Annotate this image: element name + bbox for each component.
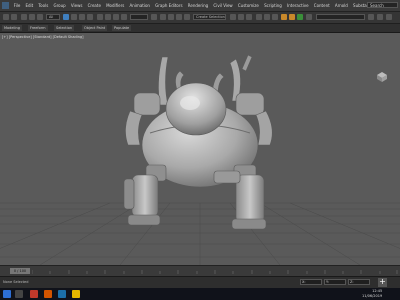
spinner-snap-icon[interactable] xyxy=(184,14,190,20)
help-icon[interactable] xyxy=(377,14,383,20)
rectangular-selection-icon[interactable] xyxy=(79,14,85,20)
link-icon[interactable] xyxy=(21,14,27,20)
z-coordinate-field[interactable]: Z: xyxy=(348,279,370,285)
render-production-icon[interactable] xyxy=(297,14,303,20)
menu-scripting[interactable]: Scripting xyxy=(261,0,284,11)
os-taskbar: 12:45 11/06/2019 xyxy=(0,288,400,300)
percent-snap-icon[interactable] xyxy=(176,14,182,20)
snaps-toggle-icon[interactable] xyxy=(160,14,166,20)
render-setup-icon[interactable] xyxy=(281,14,287,20)
material-editor-icon[interactable] xyxy=(272,14,278,20)
search-box[interactable]: Search xyxy=(367,2,398,8)
placement-icon[interactable] xyxy=(121,14,127,20)
home-grid xyxy=(0,202,400,265)
menu-list: File Edit Tools Group Views Create Modif… xyxy=(11,0,391,11)
y-coordinate-field[interactable]: Y: xyxy=(324,279,346,285)
workspace-dropdown[interactable] xyxy=(316,14,365,20)
menu-animation[interactable]: Animation xyxy=(127,0,153,11)
schematic-view-icon[interactable] xyxy=(264,14,270,20)
tab-object-paint[interactable]: Object Paint xyxy=(82,25,108,31)
menu-rendering[interactable]: Rendering xyxy=(185,0,211,11)
viewport-scene xyxy=(0,54,400,265)
main-toolbar: All Create Selection Set xyxy=(0,12,400,24)
project-folder-icon[interactable] xyxy=(368,14,374,20)
search-taskbar-icon[interactable] xyxy=(15,290,23,298)
layer-explorer-icon[interactable] xyxy=(246,14,252,20)
rendered-frame-window-icon[interactable] xyxy=(289,14,295,20)
time-slider-bar: 0 / 100 xyxy=(0,265,400,276)
pivot-center-icon[interactable] xyxy=(151,14,157,20)
mirror-icon[interactable] xyxy=(230,14,236,20)
add-key-button[interactable]: + xyxy=(378,278,387,287)
tab-freeform[interactable]: Freeform xyxy=(28,25,48,31)
file-explorer-taskbar-icon[interactable] xyxy=(72,290,80,298)
status-bar: None Selected X: Y: Z: + xyxy=(0,276,400,288)
menu-content[interactable]: Content xyxy=(311,0,332,11)
angle-snap-icon[interactable] xyxy=(168,14,174,20)
clock-date: 11/06/2019 xyxy=(362,294,383,298)
render-in-cloud-icon[interactable] xyxy=(306,14,312,20)
selection-set-dropdown[interactable]: Create Selection Set xyxy=(193,14,226,20)
menu-interactive[interactable]: Interactive xyxy=(284,0,311,11)
align-icon[interactable] xyxy=(238,14,244,20)
menu-graph-editors[interactable]: Graph Editors xyxy=(153,0,186,11)
start-menu-icon[interactable] xyxy=(3,290,11,298)
redo-icon[interactable] xyxy=(11,14,17,20)
perspective-viewport[interactable]: [+] [Perspective] [Standard] [Default Sh… xyxy=(0,33,400,265)
menu-arnold[interactable]: Arnold xyxy=(332,0,350,11)
curve-editor-icon[interactable] xyxy=(256,14,262,20)
select-object-icon[interactable] xyxy=(63,14,69,20)
tab-selection[interactable]: Selection xyxy=(54,25,75,31)
menu-group[interactable]: Group xyxy=(51,0,68,11)
3dsmax-taskbar-icon[interactable] xyxy=(58,290,66,298)
menu-bar: File Edit Tools Group Views Create Modif… xyxy=(0,0,400,12)
tab-modeling[interactable]: Modeling xyxy=(2,25,22,31)
status-message: None Selected xyxy=(3,280,29,284)
menu-views[interactable]: Views xyxy=(68,0,85,11)
settings-icon[interactable] xyxy=(386,14,392,20)
rotate-icon[interactable] xyxy=(105,14,111,20)
reference-coordinate-dropdown[interactable] xyxy=(130,14,148,20)
tab-populate[interactable]: Populate xyxy=(112,25,132,31)
menu-modifiers[interactable]: Modifiers xyxy=(104,0,127,11)
scale-icon[interactable] xyxy=(113,14,119,20)
viewcube-icon[interactable] xyxy=(375,71,389,83)
menu-tools[interactable]: Tools xyxy=(36,0,51,11)
select-by-name-icon[interactable] xyxy=(71,14,77,20)
system-clock[interactable]: 12:45 11/06/2019 xyxy=(362,289,382,299)
menu-edit[interactable]: Edit xyxy=(23,0,36,11)
menu-customize[interactable]: Customize xyxy=(235,0,261,11)
menu-civil-view[interactable]: Civil View xyxy=(211,0,235,11)
x-coordinate-field[interactable]: X: xyxy=(300,279,322,285)
move-icon[interactable] xyxy=(97,14,103,20)
bind-space-warp-icon[interactable] xyxy=(37,14,43,20)
app-logo-icon[interactable] xyxy=(2,2,9,9)
browser-taskbar-icon[interactable] xyxy=(30,290,38,298)
app-taskbar-icon[interactable] xyxy=(44,290,52,298)
menu-file[interactable]: File xyxy=(11,0,23,11)
window-crossing-icon[interactable] xyxy=(87,14,93,20)
timeline-ruler[interactable] xyxy=(32,268,398,274)
ribbon: Modeling Freeform Selection Object Paint… xyxy=(0,24,400,33)
selection-filter-dropdown[interactable]: All xyxy=(46,14,60,20)
time-slider[interactable]: 0 / 100 xyxy=(10,268,30,274)
unlink-icon[interactable] xyxy=(29,14,35,20)
undo-icon[interactable] xyxy=(3,14,9,20)
menu-create[interactable]: Create xyxy=(85,0,103,11)
